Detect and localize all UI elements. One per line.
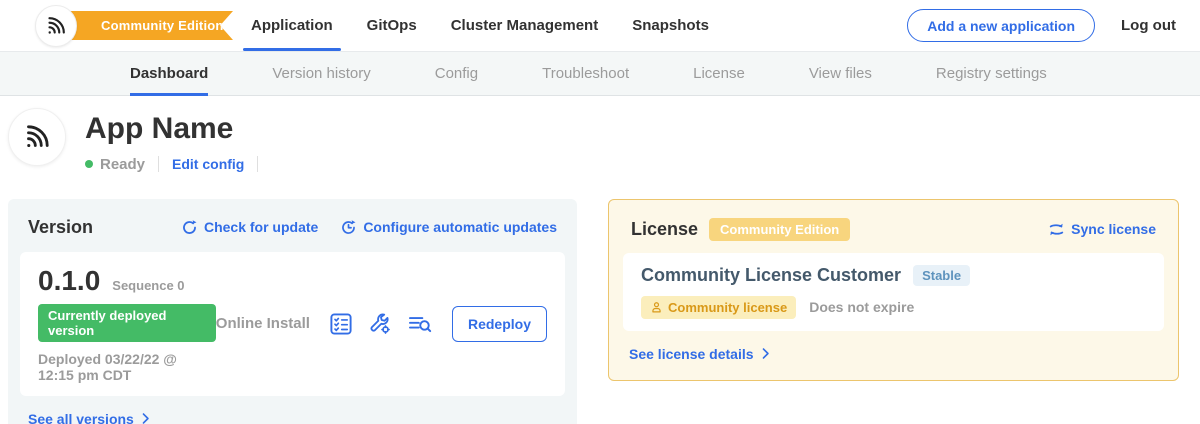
view-deploy-logs-button[interactable]: [407, 312, 433, 336]
logout-button[interactable]: Log out: [1121, 17, 1176, 34]
nav-cluster-management[interactable]: Cluster Management: [447, 0, 603, 51]
version-card: Version Check for update: [8, 199, 577, 424]
divider: [158, 156, 159, 172]
view-config-button[interactable]: [368, 312, 392, 336]
community-edition-ribbon-label: Community Edition: [101, 18, 224, 33]
subnav-dashboard[interactable]: Dashboard: [130, 52, 208, 95]
subnav-config[interactable]: Config: [435, 52, 478, 95]
top-navigation-bar: Community Edition Application GitOps Clu…: [0, 0, 1200, 51]
replicated-logo-badge: [35, 5, 77, 47]
refresh-icon: [181, 219, 198, 236]
license-card-title: License: [631, 219, 698, 240]
divider: [257, 156, 258, 172]
version-card-title: Version: [28, 217, 93, 238]
preflight-checks-button[interactable]: [329, 312, 353, 336]
subnav-license[interactable]: License: [693, 52, 745, 95]
chevron-right-icon: [139, 412, 152, 424]
dashboard-content: App Name Ready Edit config Version: [0, 96, 1200, 424]
sequence-label: Sequence 0: [112, 278, 184, 293]
current-version-panel: 0.1.0 Sequence 0 Currently deployed vers…: [20, 252, 565, 396]
preflight-checklist-icon: [329, 312, 353, 336]
subnav-registry-settings[interactable]: Registry settings: [936, 52, 1047, 95]
app-header: App Name Ready Edit config: [8, 108, 1179, 173]
sync-license-link[interactable]: Sync license: [1048, 221, 1156, 237]
page-title-app-name: App Name: [85, 112, 271, 147]
see-license-details-link[interactable]: See license details: [623, 346, 772, 362]
configure-automatic-updates-label: Configure automatic updates: [363, 219, 557, 235]
primary-nav: Application GitOps Cluster Management Sn…: [247, 0, 713, 51]
sync-license-label: Sync license: [1071, 221, 1156, 237]
brand-logo-ribbon: Community Edition: [35, 0, 205, 51]
customer-name: Community License Customer: [641, 265, 901, 286]
subnav-version-history[interactable]: Version history: [272, 52, 370, 95]
deployed-timestamp: Deployed 03/22/22 @ 12:15 pm CDT: [38, 351, 216, 383]
person-badge-icon: [650, 301, 663, 314]
currently-deployed-badge: Currently deployed version: [38, 304, 216, 342]
status-badge: Ready: [100, 156, 145, 173]
subnav-troubleshoot[interactable]: Troubleshoot: [542, 52, 629, 95]
app-avatar: [8, 108, 66, 166]
check-for-update-link[interactable]: Check for update: [181, 219, 318, 236]
status-ready-dot: [85, 160, 93, 168]
nav-gitops[interactable]: GitOps: [363, 0, 421, 51]
chevron-right-icon: [759, 347, 772, 360]
redeploy-button[interactable]: Redeploy: [452, 306, 547, 342]
license-expiry: Does not expire: [809, 299, 914, 315]
add-new-application-button[interactable]: Add a new application: [907, 9, 1095, 42]
license-details-panel: Community License Customer Stable Commun…: [623, 253, 1164, 331]
app-logo-icon: [20, 120, 54, 154]
check-for-update-label: Check for update: [204, 219, 318, 235]
sync-arrows-icon: [1048, 222, 1065, 237]
app-subnav: Dashboard Version history Config Trouble…: [0, 51, 1200, 96]
nav-snapshots[interactable]: Snapshots: [628, 0, 713, 51]
channel-badge: Stable: [913, 265, 970, 286]
see-all-versions-label: See all versions: [28, 411, 134, 424]
subnav-view-files[interactable]: View files: [809, 52, 872, 95]
wrench-gear-icon: [368, 312, 392, 336]
nav-application[interactable]: Application: [247, 0, 337, 51]
see-all-versions-link[interactable]: See all versions: [20, 411, 152, 424]
license-edition-badge: Community Edition: [709, 218, 850, 241]
auto-update-clock-icon: [340, 219, 357, 236]
replicated-logo-icon: [43, 13, 69, 39]
install-type-label: Online Install: [216, 315, 310, 332]
version-number: 0.1.0: [38, 265, 100, 297]
logs-magnifier-icon: [407, 312, 433, 336]
license-card: License Community Edition Sync license: [608, 199, 1179, 381]
see-license-details-label: See license details: [629, 346, 754, 362]
license-type-badge: Community license: [641, 296, 796, 319]
license-type-label: Community license: [668, 300, 787, 315]
edit-config-link[interactable]: Edit config: [172, 156, 244, 172]
configure-automatic-updates-link[interactable]: Configure automatic updates: [340, 219, 557, 236]
